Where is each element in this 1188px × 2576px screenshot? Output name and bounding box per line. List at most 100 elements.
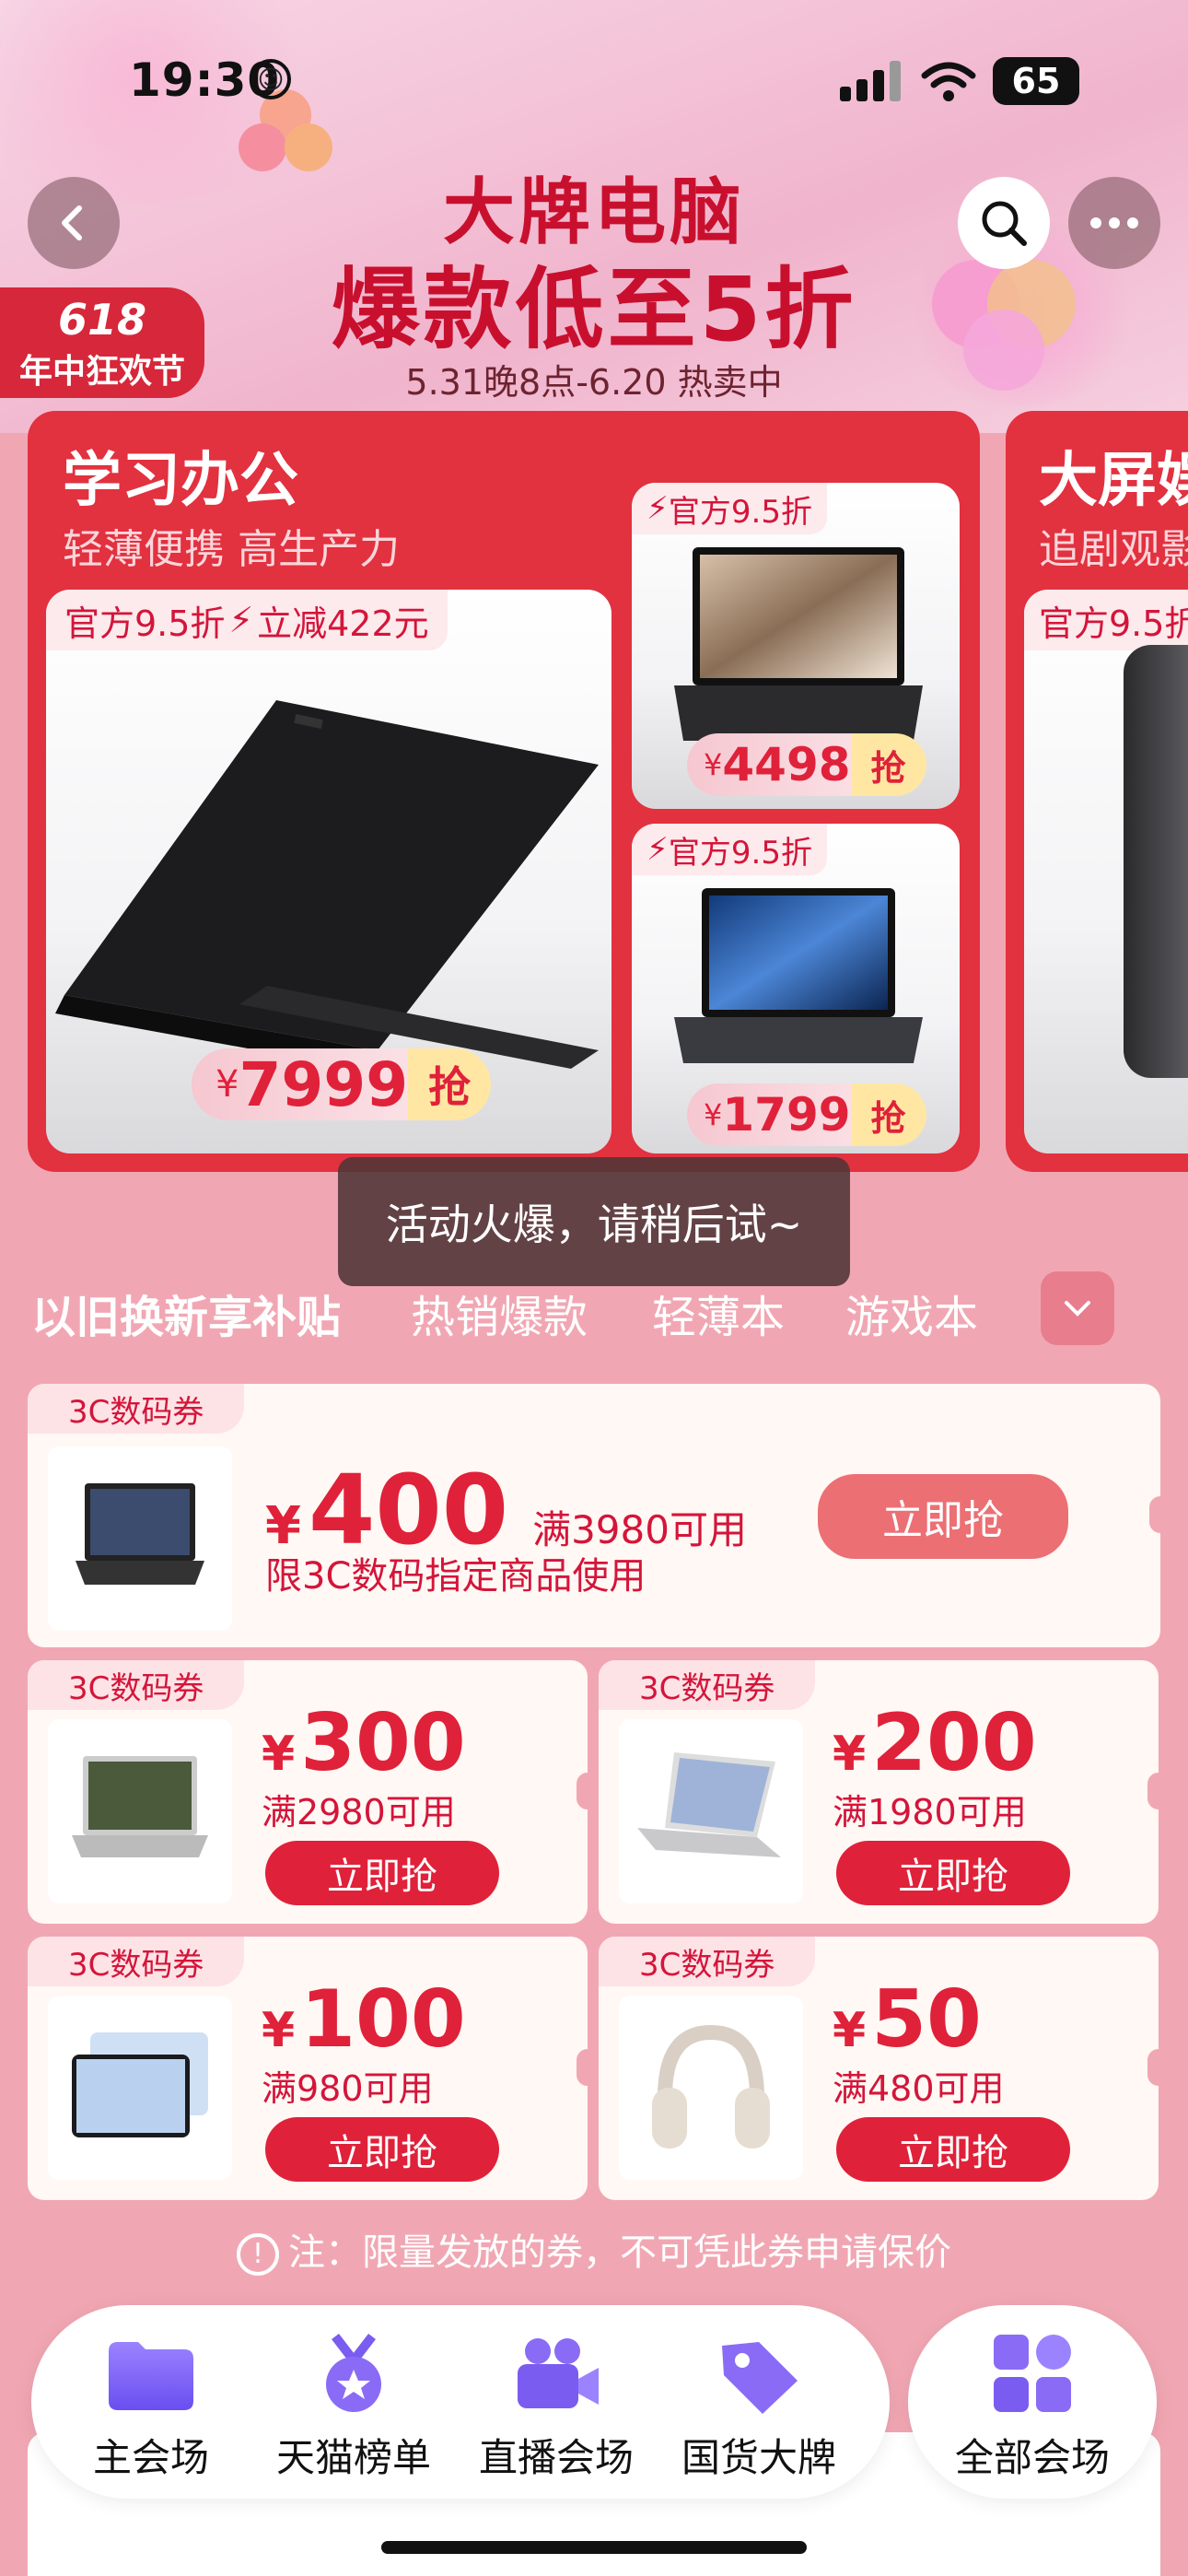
- lightning-icon: ⚡: [228, 600, 254, 640]
- smiley-icon: ☺: [250, 59, 291, 100]
- laptop-image: [72, 1756, 208, 1857]
- coupon-condition: 满980可用: [262, 2068, 434, 2109]
- tab-ultrabook[interactable]: 轻薄本: [652, 1281, 785, 1345]
- info-icon: !: [237, 2233, 279, 2276]
- currency-symbol: ¥: [833, 2003, 867, 2058]
- grab-button[interactable]: 抢: [850, 1083, 926, 1146]
- nav-item-domestic-brands[interactable]: 国货大牌: [676, 2305, 842, 2499]
- tab-gaming-laptop[interactable]: 游戏本: [845, 1281, 978, 1345]
- coupon-amount: ¥ 200: [833, 1697, 1037, 1789]
- panel-subtitle: 轻薄便携 高生产力: [63, 526, 400, 573]
- coupon-condition: 满1980可用: [833, 1792, 1027, 1832]
- coupon-notch: [577, 2049, 588, 2086]
- headphones-image: [652, 2024, 770, 2149]
- coupon-notch: [1147, 2049, 1159, 2086]
- panel-title: 大屏娱: [1039, 447, 1188, 515]
- coupon-notch: [1149, 1496, 1160, 1533]
- coupon-value: 100: [300, 1973, 466, 2066]
- signal-icon: [840, 61, 901, 101]
- price-pill[interactable]: ¥ 7999 抢: [192, 1048, 492, 1120]
- nav-item-live-venue[interactable]: 直播会场: [473, 2305, 639, 2499]
- coupon-value: 50: [871, 1973, 982, 2066]
- tag-icon: [722, 2342, 798, 2414]
- discount-tag: 官方9.5折 ⚡ 立减422元: [46, 590, 448, 650]
- coupon-card-300[interactable]: 3C数码券 ¥ 300 满2980可用 立即抢: [28, 1660, 588, 1924]
- coupon-product-image: [619, 1996, 803, 2180]
- product-card-large[interactable]: 官方9.5折: [1024, 590, 1188, 1153]
- nav-label: 直播会场: [478, 2435, 634, 2480]
- coupon-card-100[interactable]: 3C数码券 ¥ 100 满980可用 立即抢: [28, 1937, 588, 2200]
- coupon-label: 3C数码券: [28, 1937, 245, 1986]
- coupon-product-image: [48, 1996, 232, 2180]
- chevron-down-icon: [1065, 1301, 1090, 1317]
- coupon-value: 200: [871, 1697, 1037, 1789]
- tag-text: 官方9.5折: [668, 493, 812, 531]
- price-pill[interactable]: ¥ 4498 抢: [687, 733, 926, 796]
- laptop-image: [637, 1752, 781, 1857]
- coupon-amount: ¥ 300: [262, 1697, 466, 1789]
- coupon-condition: 满480可用: [833, 2068, 1005, 2109]
- product-card-large[interactable]: 官方9.5折 ⚡ 立减422元 ¥ 7999 抢: [46, 590, 611, 1153]
- nav-item-main-venue[interactable]: 主会场: [68, 2305, 234, 2499]
- currency-symbol: ¥: [833, 1727, 867, 1782]
- grab-button[interactable]: 抢: [408, 1048, 492, 1120]
- coupon-value: 300: [300, 1697, 466, 1789]
- coupon-product-image: [48, 1719, 232, 1903]
- coupon-label: 3C数码券: [599, 1937, 816, 1986]
- claim-button[interactable]: 立即抢: [265, 1841, 499, 1905]
- coupon-amount: ¥ 100: [262, 1973, 466, 2066]
- grab-button[interactable]: 抢: [850, 733, 926, 796]
- coupon-product-image: [48, 1446, 232, 1631]
- tab-trade-in[interactable]: 以旧换新享补贴: [31, 1281, 341, 1345]
- claim-button[interactable]: 立即抢: [265, 2117, 499, 2182]
- grid-icon: [994, 2335, 1071, 2412]
- coupon-note: ! 注：限量发放的券，不可凭此券申请保价: [0, 2222, 1188, 2276]
- panel-title: 学习办公: [63, 447, 298, 515]
- coupon-condition: 满2980可用: [262, 1792, 456, 1832]
- coupon-card-200[interactable]: 3C数码券 ¥ 200 满1980可用 立即抢: [599, 1660, 1159, 1924]
- discount-tag: ⚡ 官方9.5折: [632, 824, 827, 875]
- tag-text: 官方9.5折: [64, 603, 226, 644]
- laptop-image: [674, 888, 923, 1063]
- nav-label: 天猫榜单: [275, 2435, 431, 2480]
- claim-button[interactable]: 立即抢: [836, 2117, 1070, 2182]
- bottom-nav: 主会场 天猫榜单 直播会场 国货大牌: [31, 2305, 890, 2499]
- laptop-image: [55, 700, 599, 1069]
- nav-label: 主会场: [92, 2435, 209, 2480]
- nav-item-tmall-ranking[interactable]: 天猫榜单: [271, 2305, 437, 2499]
- home-indicator[interactable]: [381, 2541, 807, 2554]
- price-value: 7999: [239, 1048, 409, 1120]
- coupon-description: 限3C数码指定商品使用: [265, 1555, 646, 1598]
- laptop-image: [76, 1483, 204, 1585]
- coupon-notch: [1147, 1773, 1159, 1809]
- tag-text: 官方9.5折: [668, 834, 812, 872]
- product-card-small[interactable]: ⚡ 官方9.5折 ¥ 1799 抢: [632, 824, 960, 1153]
- tablet-image: [1124, 645, 1188, 1078]
- lightning-icon: ⚡: [646, 831, 669, 868]
- coupon-card-400[interactable]: 3C数码券 ¥ 400 满3980可用 限3C数码指定商品使用 立即抢: [28, 1384, 1160, 1647]
- currency-symbol: ¥: [262, 1727, 296, 1782]
- claim-button[interactable]: 立即抢: [836, 1841, 1070, 1905]
- price-pill[interactable]: ¥ 1799 抢: [687, 1083, 926, 1146]
- coupon-label: 3C数码券: [28, 1384, 245, 1434]
- folder-icon: [109, 2342, 193, 2410]
- medal-icon: [326, 2333, 381, 2412]
- nav-label: 国货大牌: [681, 2435, 836, 2480]
- lightning-icon: ⚡: [646, 490, 669, 527]
- tag-text-2: 立减422元: [257, 603, 429, 644]
- panel-subtitle: 追剧观影: [1039, 526, 1188, 573]
- product-card-small[interactable]: ⚡ 官方9.5折 ¥ 4498 抢: [632, 483, 960, 809]
- badge-618-number: 618: [57, 295, 147, 345]
- currency-symbol: ¥: [704, 747, 723, 782]
- price-value: 4498: [722, 738, 851, 791]
- claim-button[interactable]: 立即抢: [818, 1474, 1068, 1559]
- price-value: 1799: [722, 1088, 851, 1142]
- discount-tag: 官方9.5折: [1024, 590, 1188, 650]
- laptop-image: [674, 547, 923, 741]
- coupon-card-50[interactable]: 3C数码券 ¥ 50 满480可用 立即抢: [599, 1937, 1159, 2200]
- tabs-expand-button[interactable]: [1041, 1271, 1114, 1345]
- tab-hot-sellers[interactable]: 热销爆款: [411, 1281, 588, 1345]
- tablet-image: [72, 2032, 208, 2137]
- nav-all-venues-button[interactable]: 全部会场: [908, 2305, 1157, 2499]
- coupon-label: 3C数码券: [28, 1660, 245, 1710]
